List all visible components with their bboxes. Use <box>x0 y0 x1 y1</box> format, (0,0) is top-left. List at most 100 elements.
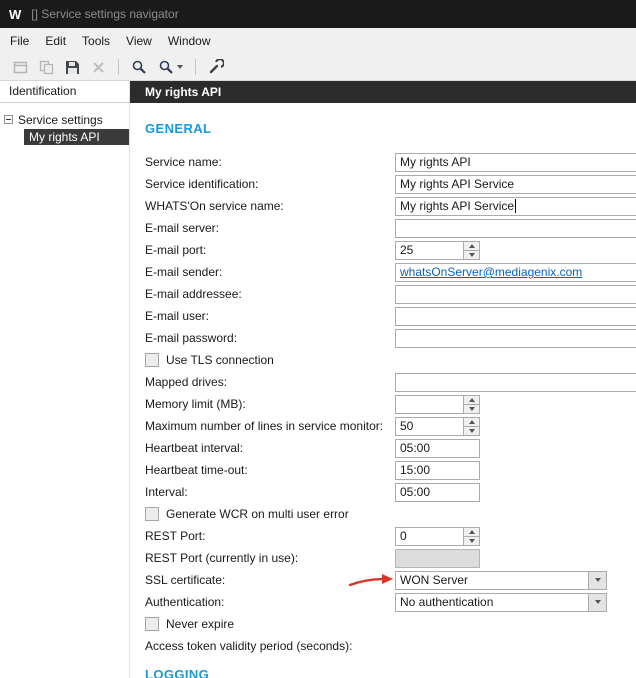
spinner-down-icon <box>468 538 475 543</box>
authentication-dropdown-button[interactable] <box>588 593 606 611</box>
maximum-number-of-lines-in-service-monitor-input[interactable]: 50 <box>395 416 480 436</box>
maximum-number-of-lines-in-service-monitor-spin-up-button[interactable] <box>464 417 479 426</box>
e-mail-sender-input[interactable]: whatsOnServer@mediagenix.com <box>395 262 636 282</box>
heartbeat-interval-input[interactable]: 05:00 <box>395 438 480 458</box>
heartbeat-time-out-label: Heartbeat time-out: <box>145 463 248 477</box>
form-rows: Service name: My rights API Service identi… <box>145 151 636 657</box>
whats-on-service-name-label: WHATS'On service name: <box>145 199 284 213</box>
tree-item-my-rights-api[interactable]: My rights API <box>0 128 129 145</box>
search-options-icon[interactable] <box>153 56 187 78</box>
main-panel: My rights API GENERAL Service name: My ri… <box>130 81 636 678</box>
tree-collapse-icon[interactable] <box>4 115 13 124</box>
menu-item-edit[interactable]: Edit <box>37 29 74 53</box>
e-mail-port-spin-down-button[interactable] <box>464 249 479 259</box>
form-row: Heartbeat time-out: 15:00 <box>145 459 636 481</box>
toolbar <box>0 54 636 81</box>
ssl-certificate-dropdown-button[interactable] <box>588 571 606 589</box>
menu-item-view[interactable]: View <box>118 29 160 53</box>
spinner-down-icon <box>468 406 475 411</box>
never-expire-checkbox[interactable] <box>145 617 159 631</box>
access-token-validity-period-seconds-label: Access token validity period (seconds): <box>145 639 353 653</box>
copy-icon[interactable] <box>34 56 58 78</box>
window-title: [] Service settings navigator <box>31 7 179 21</box>
form-row: Mapped drives: <box>145 371 636 393</box>
form-row: WHATS'On service name: My rights API Serv… <box>145 195 636 217</box>
heartbeat-interval-label: Heartbeat interval: <box>145 441 244 455</box>
mapped-drives-input[interactable] <box>395 372 636 392</box>
dropdown-arrow-icon <box>594 578 601 582</box>
e-mail-port-label: E-mail port: <box>145 243 207 257</box>
form-row: Service name: My rights API <box>145 151 636 173</box>
rest-port-input[interactable]: 0 <box>395 526 480 546</box>
e-mail-port-input[interactable]: 25 <box>395 240 480 260</box>
memory-limit-mb-input[interactable] <box>395 394 480 414</box>
heartbeat-time-out-value: 15:00 <box>400 463 431 477</box>
e-mail-server-input[interactable] <box>395 218 636 238</box>
ssl-certificate-select[interactable]: WON Server <box>395 570 607 590</box>
maximum-number-of-lines-in-service-monitor-label: Maximum number of lines in service monit… <box>145 419 384 433</box>
maximum-number-of-lines-in-service-monitor-spin-down-button[interactable] <box>464 425 479 435</box>
mapped-drives-label: Mapped drives: <box>145 375 228 389</box>
e-mail-port-spin-up-button[interactable] <box>464 241 479 250</box>
interval-value: 05:00 <box>400 485 431 499</box>
never-expire-label: Never expire <box>166 617 235 631</box>
whats-on-service-name-value: My rights API Service <box>400 198 517 214</box>
form-row: Authentication: No authentication <box>145 591 636 613</box>
open-icon[interactable] <box>8 56 32 78</box>
maximum-number-of-lines-in-service-monitor-value: 50 <box>400 419 414 433</box>
rest-port-spin-up-button[interactable] <box>464 527 479 536</box>
tree-item-service-settings[interactable]: Service settings <box>0 111 129 128</box>
delete-icon[interactable] <box>86 56 110 78</box>
save-icon[interactable] <box>60 56 84 78</box>
rest-port-value: 0 <box>400 529 407 543</box>
toolbar-separator <box>118 59 119 75</box>
memory-limit-mb-spin-down-button[interactable] <box>464 403 479 413</box>
e-mail-password-input[interactable] <box>395 328 636 348</box>
heartbeat-time-out-input[interactable]: 15:00 <box>395 460 480 480</box>
page-title: My rights API <box>130 81 636 103</box>
e-mail-server-label: E-mail server: <box>145 221 220 235</box>
tools-icon[interactable] <box>204 56 228 78</box>
service-name-label: Service name: <box>145 155 222 169</box>
menu-item-window[interactable]: Window <box>160 29 219 53</box>
service-name-input[interactable]: My rights API <box>395 152 636 172</box>
tree-item-label-selected[interactable]: My rights API <box>24 128 129 145</box>
authentication-label: Authentication: <box>145 595 225 609</box>
e-mail-addressee-input[interactable] <box>395 284 636 304</box>
authentication-select[interactable]: No authentication <box>395 592 607 612</box>
form-row: E-mail port: 25 <box>145 239 636 261</box>
memory-limit-mb-label: Memory limit (MB): <box>145 397 246 411</box>
e-mail-addressee-label: E-mail addressee: <box>145 287 242 301</box>
form-row: Memory limit (MB): <box>145 393 636 415</box>
authentication-value: No authentication <box>400 595 494 609</box>
spinner-up-icon <box>468 243 475 248</box>
memory-limit-mb-spin-up-button[interactable] <box>464 395 479 404</box>
menu-item-tools[interactable]: Tools <box>74 29 118 53</box>
interval-input[interactable]: 05:00 <box>395 482 480 502</box>
menu-item-file[interactable]: File <box>2 29 37 53</box>
use-tls-connection-checkbox[interactable] <box>145 353 159 367</box>
rest-port-currently-in-use-input <box>395 548 480 568</box>
form-row: Generate WCR on multi user error <box>145 503 636 525</box>
whats-on-service-name-input[interactable]: My rights API Service <box>395 196 636 216</box>
spinner-buttons <box>463 417 479 435</box>
service-identification-input[interactable]: My rights API Service <box>395 174 636 194</box>
rest-port-spin-down-button[interactable] <box>464 535 479 545</box>
menu-bar: File Edit Tools View Window <box>0 28 636 54</box>
heartbeat-interval-value: 05:00 <box>400 441 431 455</box>
form-row: Interval: 05:00 <box>145 481 636 503</box>
form-row: SSL certificate: WON Server <box>145 569 636 591</box>
navigation-tree: Service settings My rights API <box>0 103 129 145</box>
section-title-logging: LOGGING <box>145 667 210 678</box>
interval-label: Interval: <box>145 485 188 499</box>
spinner-buttons <box>463 241 479 259</box>
form-row: Use TLS connection <box>145 349 636 371</box>
title-bar: W [] Service settings navigator <box>0 0 636 28</box>
e-mail-user-input[interactable] <box>395 306 636 326</box>
generate-wcr-on-multi-user-error-checkbox[interactable] <box>145 507 159 521</box>
service-name-value: My rights API <box>400 155 471 169</box>
search-icon[interactable] <box>127 56 151 78</box>
form-row: Heartbeat interval: 05:00 <box>145 437 636 459</box>
generate-wcr-on-multi-user-error-label: Generate WCR on multi user error <box>166 507 349 521</box>
form-row: E-mail server: <box>145 217 636 239</box>
